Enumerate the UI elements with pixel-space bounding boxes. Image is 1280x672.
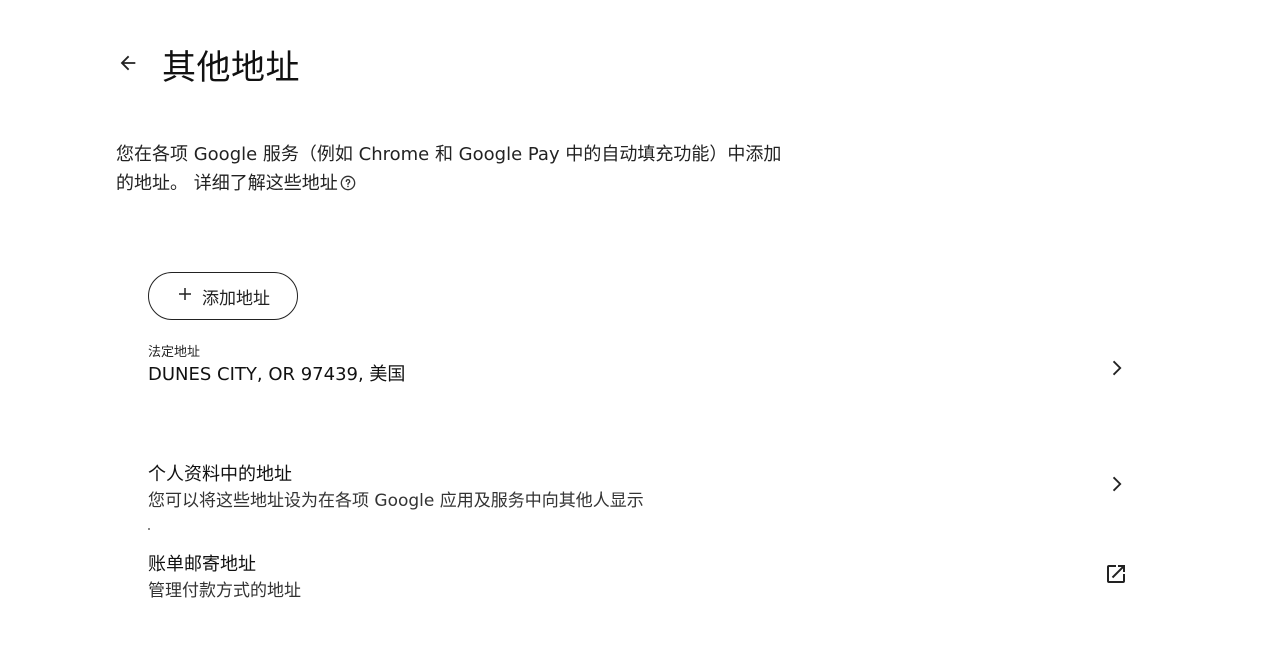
profile-address-subtitle: 您可以将这些地址设为在各项 Google 应用及服务中向其他人显示 bbox=[148, 491, 644, 511]
plus-icon bbox=[176, 285, 194, 308]
learn-more-label: 详细了解这些地址 bbox=[193, 173, 338, 194]
legal-address-label: 法定地址 bbox=[148, 345, 201, 360]
legal-address-row[interactable]: 法定地址 DUNES CITY, OR 97439, 美国 bbox=[148, 344, 1128, 400]
page-header: 其他地址 bbox=[112, 40, 300, 89]
add-address-button[interactable]: 添加地址 bbox=[148, 272, 298, 320]
learn-more-link[interactable]: 详细了解这些地址 bbox=[194, 173, 356, 194]
divider-dot bbox=[148, 528, 150, 530]
profile-address-row[interactable]: 个人资料中的地址 您可以将这些地址设为在各项 Google 应用及服务中向其他人… bbox=[148, 462, 1128, 518]
legal-address-value: DUNES CITY, OR 97439, 美国 bbox=[148, 364, 406, 385]
billing-address-row[interactable]: 账单邮寄地址 管理付款方式的地址 bbox=[148, 552, 1128, 608]
billing-address-title: 账单邮寄地址 bbox=[148, 554, 256, 575]
back-button[interactable] bbox=[112, 49, 144, 81]
profile-address-title: 个人资料中的地址 bbox=[148, 464, 292, 485]
page-title: 其他地址 bbox=[162, 48, 300, 88]
chevron-right-icon bbox=[1104, 356, 1128, 380]
billing-address-subtitle: 管理付款方式的地址 bbox=[148, 581, 301, 601]
arrow-back-icon bbox=[117, 52, 139, 78]
add-address-label: 添加地址 bbox=[202, 288, 270, 309]
intro-text: 您在各项 Google 服务（例如 Chrome 和 Google Pay 中的… bbox=[116, 140, 796, 198]
help-circle-icon bbox=[340, 175, 356, 191]
open-in-new-icon bbox=[1104, 562, 1128, 586]
chevron-right-icon bbox=[1104, 472, 1128, 496]
